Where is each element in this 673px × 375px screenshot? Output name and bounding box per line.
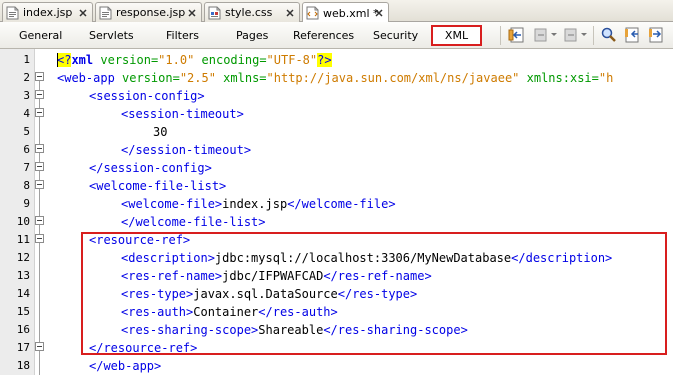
code-line-1[interactable]: <?xml version="1.0" encoding="UTF-8"?>: [57, 51, 332, 69]
highlight-box-resource-ref: [81, 232, 667, 355]
forward-icon[interactable]: [562, 26, 580, 44]
fold-collapse-icon[interactable]: [35, 162, 44, 171]
xml-tag: </welcome-file>: [287, 197, 396, 211]
file-tab-style-css[interactable]: style.css: [204, 2, 300, 22]
file-tab-label: style.css: [225, 6, 273, 19]
code-line-8[interactable]: <welcome-file-list>: [89, 177, 226, 195]
close-icon[interactable]: [187, 8, 197, 18]
line-number: 16: [16, 323, 30, 336]
xml-decl-close: ?>: [317, 53, 332, 67]
jsp-file-icon: [6, 6, 19, 19]
back-history-icon[interactable]: [508, 26, 526, 44]
back-icon[interactable]: [532, 26, 550, 44]
close-icon[interactable]: [78, 8, 88, 18]
file-tab-bar: index.jsp response.jsp style.css web.xml…: [0, 0, 673, 23]
fold-collapse-icon[interactable]: [35, 216, 44, 225]
tab-filters[interactable]: Filters: [166, 29, 199, 42]
line-number: 14: [16, 287, 30, 300]
xml-text: index.jsp: [222, 197, 288, 211]
css-file-icon: [208, 6, 221, 19]
fold-collapse-icon[interactable]: [35, 144, 44, 153]
attr-value: "UTF-8": [266, 53, 318, 67]
tab-servlets[interactable]: Servlets: [89, 29, 134, 42]
find-previous-icon[interactable]: [624, 26, 642, 44]
xml-tag: <welcome-file>: [121, 197, 223, 211]
code-line-5[interactable]: 30: [153, 123, 167, 141]
line-number: 15: [16, 305, 30, 318]
line-number: 3: [23, 89, 30, 102]
attr-value: "h: [598, 71, 614, 85]
line-number: 8: [23, 179, 30, 192]
line-number: 7: [23, 161, 30, 174]
attr-name: version=: [93, 53, 159, 67]
code-line-10[interactable]: </welcome-file-list>: [121, 213, 266, 231]
tab-references[interactable]: References: [293, 29, 354, 42]
fold-collapse-icon[interactable]: [35, 72, 44, 81]
xml-decl-open: <?: [57, 53, 72, 67]
line-number: 12: [16, 251, 30, 264]
file-tab-web-xml[interactable]: web.xml *: [302, 2, 389, 23]
code-line-4[interactable]: <session-timeout>: [121, 105, 244, 123]
close-icon[interactable]: [374, 8, 384, 18]
code-line-3[interactable]: <session-config>: [89, 87, 205, 105]
text-cursor: [57, 53, 58, 67]
jsp-file-icon: [99, 6, 112, 19]
line-number: 17: [16, 341, 30, 354]
find-next-icon[interactable]: [648, 26, 666, 44]
view-toolbar: General Servlets Filters Pages Reference…: [0, 22, 673, 49]
chevron-down-icon[interactable]: [581, 33, 587, 36]
tab-pages[interactable]: Pages: [236, 29, 268, 42]
fold-collapse-icon[interactable]: [35, 342, 44, 351]
line-number: 11: [16, 233, 30, 246]
toolbar-separator: [500, 26, 501, 45]
tab-general[interactable]: General: [19, 29, 62, 42]
xml-decl-name: xml: [71, 53, 94, 67]
line-number: 10: [16, 215, 30, 228]
attr-name: encoding=: [194, 53, 267, 67]
xml-tag: <web-app: [57, 71, 115, 85]
fold-collapse-icon[interactable]: [35, 234, 44, 243]
line-number: 1: [23, 53, 30, 66]
file-tab-label: index.jsp: [23, 6, 73, 19]
line-number: 13: [16, 269, 30, 282]
line-number: 5: [23, 125, 30, 138]
tab-security[interactable]: Security: [373, 29, 418, 42]
line-number: 4: [23, 107, 30, 120]
close-icon[interactable]: [285, 8, 295, 18]
line-number: 9: [23, 197, 30, 210]
toolbar-separator: [593, 26, 594, 45]
file-tab-response-jsp[interactable]: response.jsp: [95, 2, 202, 22]
code-line-2[interactable]: <web-app version="2.5" xmlns="http://jav…: [57, 69, 613, 87]
line-number: 2: [23, 71, 30, 84]
file-tab-index-jsp[interactable]: index.jsp: [2, 2, 93, 22]
find-selection-icon[interactable]: [600, 26, 618, 44]
line-number: 18: [16, 359, 30, 372]
code-line-7[interactable]: </session-config>: [89, 159, 212, 177]
attr-name: version=: [114, 71, 180, 85]
attr-name: xmlns:xsi=: [519, 71, 599, 85]
attr-name: xmlns=: [215, 71, 267, 85]
fold-collapse-icon[interactable]: [35, 90, 44, 99]
fold-collapse-icon[interactable]: [35, 180, 44, 189]
fold-collapse-icon[interactable]: [35, 108, 44, 117]
file-tab-label: response.jsp: [116, 6, 186, 19]
xml-file-icon: [306, 6, 319, 20]
line-number: 6: [23, 143, 30, 156]
attr-value: "http://java.sun.com/xml/ns/javaee": [266, 71, 520, 85]
code-line-18[interactable]: </web-app>: [89, 357, 161, 375]
attr-value: "2.5": [179, 71, 216, 85]
attr-value: "1.0": [158, 53, 195, 67]
file-tab-label: web.xml *: [323, 6, 379, 20]
chevron-down-icon[interactable]: [551, 33, 557, 36]
fold-guide-line: [39, 81, 40, 375]
tab-xml[interactable]: XML: [431, 25, 482, 46]
code-line-6[interactable]: </session-timeout>: [121, 141, 251, 159]
code-line-9[interactable]: <welcome-file>index.jsp</welcome-file>: [121, 195, 396, 213]
